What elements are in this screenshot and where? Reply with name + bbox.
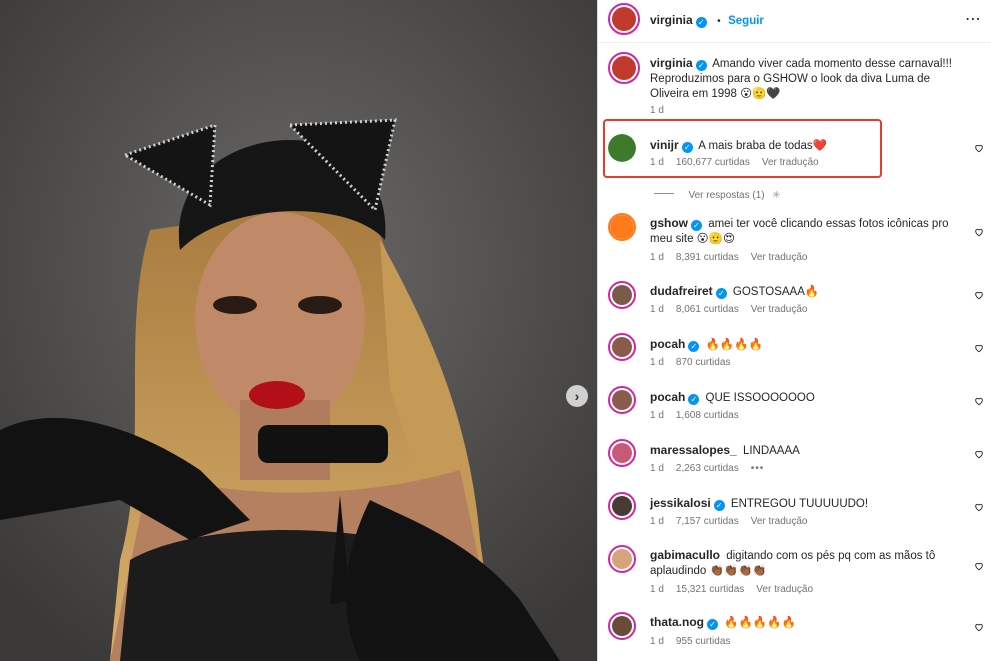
like-heart-icon[interactable] [974,449,984,459]
next-photo-button[interactable]: › [566,385,588,407]
comment-likes[interactable]: 15,321 curtidas [676,584,744,595]
view-replies-label[interactable]: Ver respostas (1) [688,190,764,201]
photo-illustration [0,0,597,661]
caption-avatar[interactable] [608,52,640,84]
comment-likes[interactable]: 8,391 curtidas [676,252,739,263]
comment-avatar[interactable] [608,545,636,573]
comment-username[interactable]: dudafreiret [650,284,713,298]
comment-likes[interactable]: 955 curtidas [676,636,730,647]
verified-badge-icon: ✓ [695,60,707,71]
more-options-icon[interactable]: ⋯ [965,9,982,29]
comment-avatar[interactable] [608,439,636,467]
comment-text: 🔥🔥🔥🔥🔥 [724,617,796,629]
like-heart-icon[interactable] [974,290,984,300]
comment-text: GOSTOSAAA🔥 [732,286,820,298]
comment-options-icon[interactable]: ••• [751,463,765,474]
verified-badge-icon: ✓ [688,394,700,405]
like-heart-icon[interactable] [974,622,984,632]
view-replies[interactable]: Ver respostas (1) ✳ [654,185,780,203]
comment-username[interactable]: pocah [650,390,685,404]
comment-text: LINDAAAA [742,445,800,457]
comment-age: 1 d [650,357,664,368]
separator-dot: • [717,16,721,27]
comment-age: 1 d [650,516,664,527]
highlight-box [603,119,882,178]
comment-avatar[interactable] [608,333,636,361]
verified-badge-icon: ✓ [715,288,727,299]
like-heart-icon[interactable] [974,143,984,153]
caption-username[interactable]: virginia [650,56,693,70]
author-username[interactable]: virginia [650,13,693,27]
verified-badge-icon: ✓ [707,619,718,630]
comment-age: 1 d [650,584,664,595]
verified-badge-icon: ✓ [691,220,702,231]
comment-avatar[interactable] [608,612,636,640]
loading-spinner-icon: ✳ [772,190,781,201]
comment-username[interactable]: gshow [650,216,688,230]
comment-age: 1 d [650,463,664,474]
comment-avatar[interactable] [608,492,636,520]
author-avatar[interactable] [608,3,640,35]
comment-avatar[interactable] [608,386,636,414]
comment-age: 1 d [650,636,664,647]
like-heart-icon[interactable] [974,561,984,571]
comment-likes[interactable]: 7,157 curtidas [676,516,739,527]
comment-username[interactable]: jessikalosi [650,496,711,510]
comments-panel: virginia ✓ • Seguir ⋯ virginia ✓ Amando vi… [597,0,991,661]
verified-badge-icon: ✓ [688,341,700,352]
comment-likes[interactable]: 1,608 curtidas [676,410,739,421]
post-header: virginia ✓ • Seguir ⋯ [598,0,991,43]
comment-username[interactable]: pocah [650,337,685,351]
comment-avatar[interactable] [608,213,636,241]
like-heart-icon[interactable] [974,227,984,237]
comment-text: QUE ISSOOOOOOO [705,392,815,404]
comment-username[interactable]: gabimacullo [650,548,720,562]
post-photo[interactable]: › [0,0,597,661]
comment-likes[interactable]: 2,263 curtidas [676,463,739,474]
comment-text: 🔥🔥🔥🔥 [705,339,763,351]
verified-badge-icon: ✓ [695,17,707,28]
comment-age: 1 d [650,304,664,315]
caption-age: 1 d [650,105,664,116]
comment-text: ENTREGOU TUUUUUDO! [730,498,869,510]
translate-link[interactable]: Ver tradução [751,304,808,315]
translate-link[interactable]: Ver tradução [756,584,813,595]
translate-link[interactable]: Ver tradução [751,252,808,263]
verified-badge-icon: ✓ [713,500,725,511]
replies-line [654,193,674,195]
comment-username[interactable]: thata.nog [650,615,704,629]
comment-likes[interactable]: 870 curtidas [676,357,730,368]
follow-button[interactable]: Seguir [728,15,764,27]
comment-age: 1 d [650,252,664,263]
translate-link[interactable]: Ver tradução [751,516,808,527]
like-heart-icon[interactable] [974,396,984,406]
like-heart-icon[interactable] [974,343,984,353]
comment-avatar[interactable] [608,281,636,309]
comment-age: 1 d [650,410,664,421]
comment-likes[interactable]: 8,061 curtidas [676,304,739,315]
like-heart-icon[interactable] [974,502,984,512]
comment-username[interactable]: maressalopes_ [650,443,737,457]
